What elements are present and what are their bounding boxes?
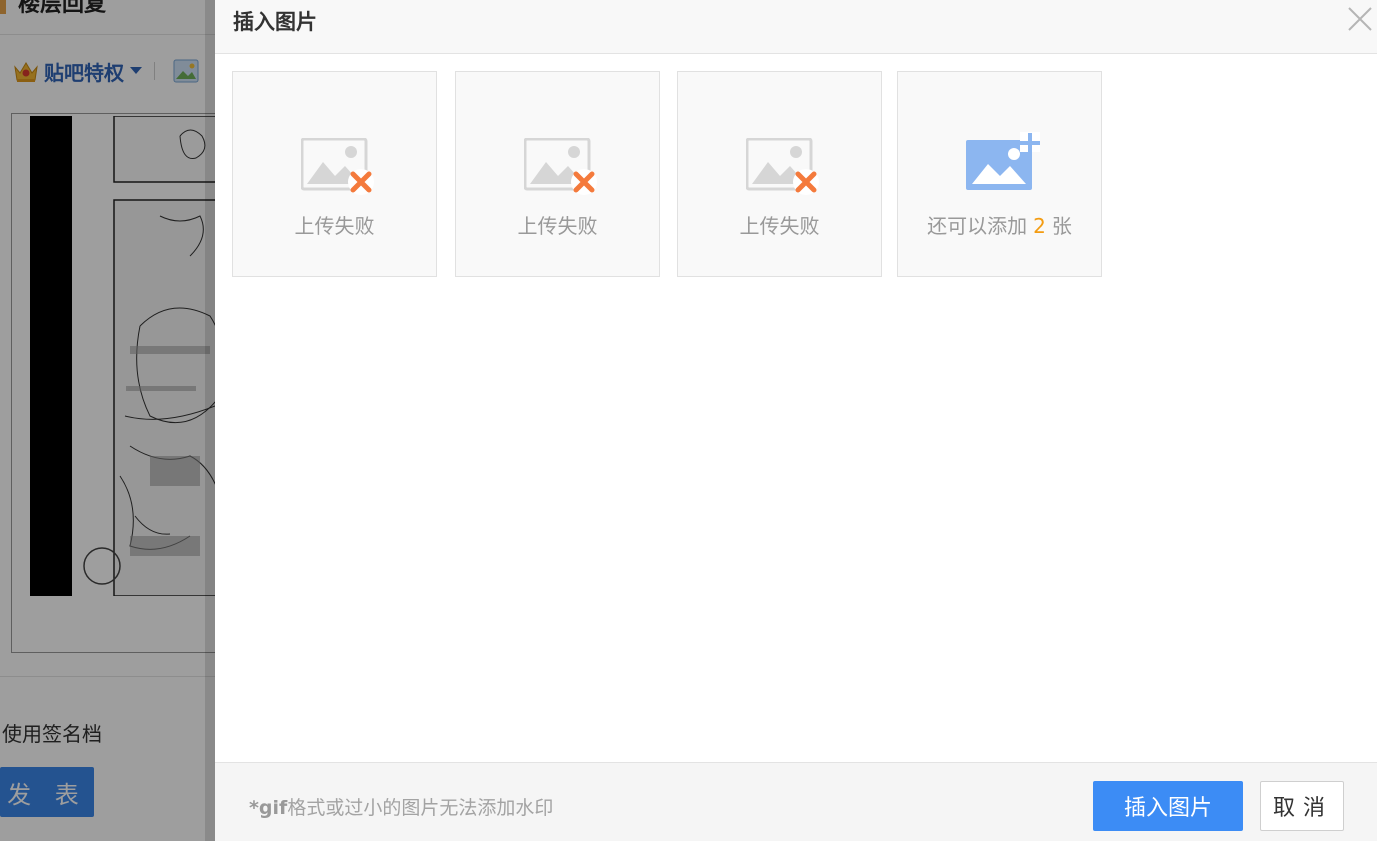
upload-status: 上传失败 xyxy=(517,214,598,238)
dialog-header: 插入图片 xyxy=(215,0,1377,54)
modal-overlay-edge xyxy=(205,0,215,841)
image-tile-failed[interactable]: 上传失败 xyxy=(232,71,437,277)
insert-image-dialog: 插入图片 上传失败 上传失败 上传失败 还可以添加 2 张 *gif格式或过小的… xyxy=(215,0,1377,841)
upload-status: 上传失败 xyxy=(739,214,820,238)
image-tile-failed[interactable]: 上传失败 xyxy=(455,71,660,277)
dialog-footer: *gif格式或过小的图片无法添加水印 插入图片 取消 xyxy=(215,762,1377,841)
close-icon[interactable] xyxy=(1347,6,1373,32)
cancel-button[interactable]: 取消 xyxy=(1260,781,1344,831)
modal-overlay[interactable] xyxy=(0,0,215,841)
image-failed-icon xyxy=(746,138,819,195)
image-failed-icon xyxy=(524,138,597,195)
dialog-title: 插入图片 xyxy=(233,10,317,34)
add-image-tile[interactable]: 还可以添加 2 张 xyxy=(897,71,1102,277)
remaining-count-label: 还可以添加 2 张 xyxy=(927,214,1072,238)
image-failed-icon xyxy=(301,138,374,195)
add-image-icon xyxy=(966,132,1040,190)
insert-image-button[interactable]: 插入图片 xyxy=(1093,781,1243,831)
image-tile-failed[interactable]: 上传失败 xyxy=(677,71,882,277)
remaining-count: 2 xyxy=(1033,214,1046,238)
upload-status: 上传失败 xyxy=(294,214,375,238)
watermark-note: *gif格式或过小的图片无法添加水印 xyxy=(249,797,554,819)
